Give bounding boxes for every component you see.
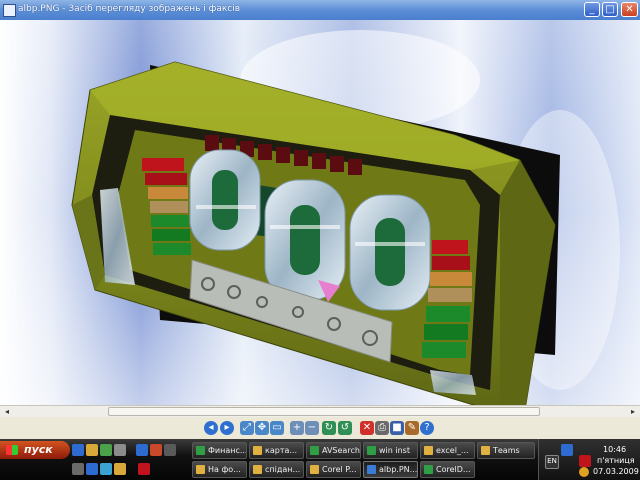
previous-icon[interactable]: ◂ bbox=[204, 421, 218, 435]
scroll-right-arrow[interactable]: ▸ bbox=[627, 406, 639, 417]
digit-zero-left bbox=[189, 149, 261, 251]
quicklaunch-row2-icon-1[interactable] bbox=[72, 463, 84, 475]
best-fit-icon[interactable]: ⤢ bbox=[240, 421, 254, 435]
quicklaunch-row2-icon-3[interactable] bbox=[100, 463, 112, 475]
clock-date: 07.03.2009 bbox=[593, 467, 639, 476]
task-app-icon bbox=[196, 446, 205, 455]
image-viewer-app-icon bbox=[3, 4, 16, 17]
edit-icon[interactable]: ✎ bbox=[405, 421, 419, 435]
start-label: пуск bbox=[24, 443, 53, 456]
task-button-8[interactable]: спідан... bbox=[249, 461, 304, 478]
task-app-icon bbox=[367, 446, 376, 455]
task-button-active[interactable]: albp.PN... bbox=[363, 461, 418, 478]
task-folder-icon bbox=[481, 446, 490, 455]
quicklaunch-app-icon[interactable] bbox=[100, 444, 112, 456]
taskbar: пуск Финанс... картa... AVSearch win ins… bbox=[0, 439, 640, 480]
task-button-11[interactable]: CorelD... bbox=[420, 461, 475, 478]
task-button-5[interactable]: excel_... bbox=[420, 442, 475, 459]
close-button[interactable]: ✕ bbox=[621, 2, 638, 17]
task-corel-icon bbox=[310, 465, 319, 474]
network-icon[interactable] bbox=[561, 444, 573, 456]
clock-day: п'ятниця bbox=[597, 456, 635, 465]
zoom-in-icon[interactable]: + bbox=[290, 421, 304, 435]
flag-icon[interactable] bbox=[579, 455, 591, 467]
quicklaunch-misc-icon[interactable] bbox=[164, 444, 176, 456]
print-icon[interactable]: ⎙ bbox=[375, 421, 389, 435]
task-button-2[interactable]: картa... bbox=[249, 442, 304, 459]
task-app-icon bbox=[310, 446, 319, 455]
actual-size-icon[interactable]: ✥ bbox=[255, 421, 269, 435]
rotate-ccw-icon[interactable]: ↺ bbox=[338, 421, 352, 435]
quicklaunch-folder-icon[interactable] bbox=[86, 444, 98, 456]
task-button-7[interactable]: На фо... bbox=[192, 461, 247, 478]
digit-zero-right bbox=[349, 194, 431, 311]
scroll-left-arrow[interactable]: ◂ bbox=[1, 406, 13, 417]
clock-time[interactable]: 10:46 bbox=[603, 445, 626, 454]
maximize-button[interactable]: □ bbox=[602, 2, 618, 17]
system-tray: EN 10:46 п'ятниця 07.03.2009 bbox=[538, 439, 640, 480]
help-icon[interactable]: ? bbox=[420, 421, 434, 435]
quicklaunch-tool-icon[interactable] bbox=[150, 444, 162, 456]
quicklaunch-ie-icon[interactable] bbox=[72, 444, 84, 456]
minimize-button[interactable]: _ bbox=[584, 2, 600, 17]
window-title: albp.PNG - Засіб перегляду зображень і ф… bbox=[18, 4, 241, 14]
next-icon[interactable]: ▸ bbox=[220, 421, 234, 435]
task-folder-icon bbox=[424, 446, 433, 455]
scroll-thumb[interactable] bbox=[108, 407, 540, 416]
delete-icon[interactable]: ✕ bbox=[360, 421, 374, 435]
window-titlebar: albp.PNG - Засіб перегляду зображень і ф… bbox=[0, 0, 640, 20]
start-button[interactable]: пуск bbox=[0, 441, 70, 459]
rendered-image bbox=[0, 20, 640, 405]
task-button-4[interactable]: win inst bbox=[363, 442, 418, 459]
quicklaunch-row2-icon-5[interactable] bbox=[138, 463, 150, 475]
quicklaunch-media-icon[interactable] bbox=[136, 444, 148, 456]
task-folder-icon bbox=[253, 465, 262, 474]
horizontal-scrollbar[interactable]: ◂ ▸ bbox=[0, 405, 640, 417]
viewer-toolbar: ◂ ▸ ⤢ ✥ ▭ + − ↻ ↺ ✕ ⎙ ■ ✎ ? bbox=[0, 417, 640, 439]
language-indicator[interactable]: EN bbox=[545, 455, 559, 469]
task-button-1[interactable]: Финанс... bbox=[192, 442, 247, 459]
star-icon[interactable] bbox=[579, 467, 589, 477]
rotate-cw-icon[interactable]: ↻ bbox=[322, 421, 336, 435]
zoom-out-icon[interactable]: − bbox=[305, 421, 319, 435]
quicklaunch-row2-icon-2[interactable] bbox=[86, 463, 98, 475]
quicklaunch-desktop-icon[interactable] bbox=[114, 444, 126, 456]
windows-flag-icon bbox=[6, 445, 18, 455]
task-button-6[interactable]: Тeams bbox=[477, 442, 535, 459]
save-icon[interactable]: ■ bbox=[390, 421, 404, 435]
task-image-viewer-icon bbox=[367, 465, 376, 474]
task-corel-draw-icon bbox=[424, 465, 433, 474]
task-button-9[interactable]: Corel P... bbox=[306, 461, 361, 478]
digit-zero-center bbox=[264, 179, 346, 301]
task-button-3[interactable]: AVSearch bbox=[306, 442, 361, 459]
slideshow-icon[interactable]: ▭ bbox=[270, 421, 284, 435]
task-folder-icon bbox=[196, 465, 205, 474]
task-folder-icon bbox=[253, 446, 262, 455]
quicklaunch-row2-icon-4[interactable] bbox=[114, 463, 126, 475]
image-view-area[interactable] bbox=[0, 20, 640, 405]
